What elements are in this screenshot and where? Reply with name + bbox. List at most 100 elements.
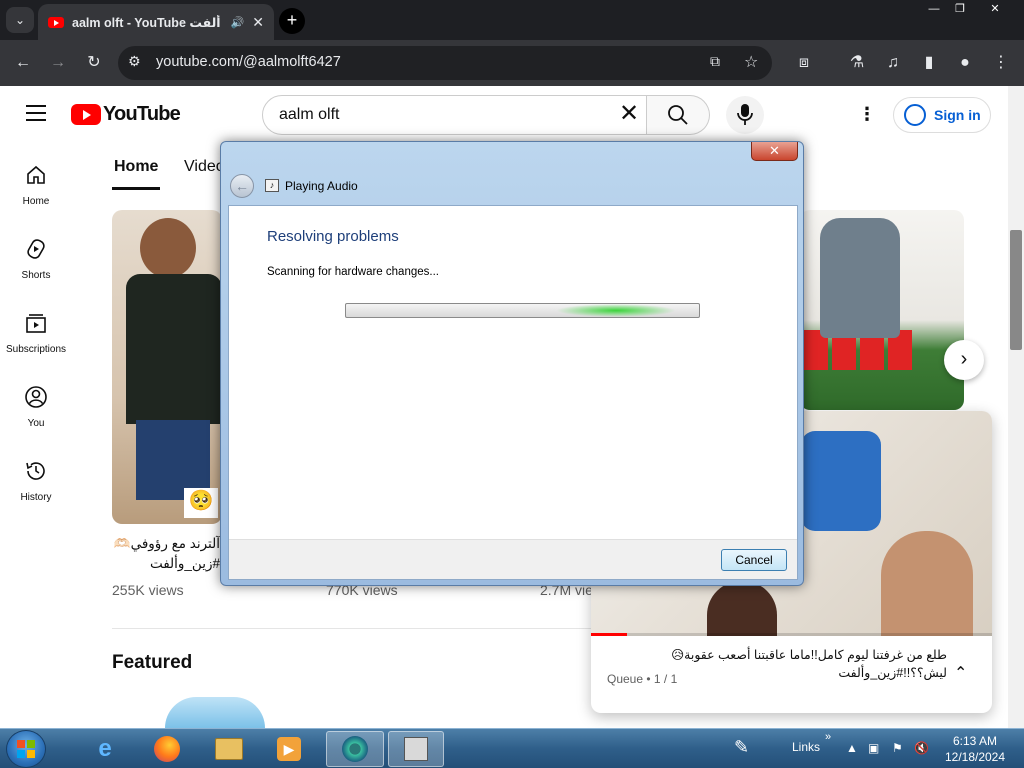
microphone-icon	[737, 104, 753, 125]
bookmark-star-icon[interactable]: ☆	[744, 52, 758, 72]
url-text[interactable]: youtube.com/@aalmolft6427	[156, 54, 341, 70]
active-tab-underline	[112, 187, 160, 190]
clear-search-icon[interactable]: ✕	[619, 102, 639, 126]
sidebar-item-subscriptions[interactable]: Subscriptions	[0, 311, 72, 355]
tab-home[interactable]: Home	[114, 158, 158, 176]
firefox-icon[interactable]	[140, 731, 194, 767]
miniplayer-progress-bar[interactable]	[591, 633, 992, 636]
sidebar-label-you: You	[27, 418, 45, 429]
thumbnail-shirt	[126, 274, 222, 424]
sign-in-button[interactable]: Sign in	[893, 97, 991, 133]
pen-input-icon[interactable]: ✎	[734, 737, 749, 758]
scrollbar-thumb[interactable]	[1010, 230, 1022, 350]
back-arrow-icon[interactable]: ←	[12, 53, 34, 73]
featured-heading: Featured	[112, 652, 193, 673]
tab-close-icon[interactable]: ✕	[252, 14, 264, 31]
progress-fill	[591, 633, 628, 636]
home-icon	[27, 165, 45, 184]
tab-search-button[interactable]: ⌄	[6, 7, 34, 33]
file-explorer-icon[interactable]	[202, 731, 256, 767]
sidebar-label-home: Home	[22, 196, 50, 207]
labs-flask-icon[interactable]: ⚗	[846, 53, 868, 73]
volume-muted-icon[interactable]: 🔇	[914, 741, 929, 755]
video-thumbnail[interactable]: 🥺	[112, 210, 222, 524]
system-clock[interactable]: 6:13 AM 12/18/2024	[940, 733, 1010, 765]
emoji-sticker-icon: 🥺	[184, 488, 218, 518]
video-thumbnail[interactable]	[800, 210, 964, 410]
you-icon	[25, 386, 47, 408]
video-title-line: آلترند مع رؤوفي🫶🏻	[113, 536, 220, 551]
new-tab-button[interactable]: +	[279, 8, 305, 34]
sign-in-label: Sign in	[934, 107, 981, 123]
dialog-status-text: Scanning for hardware changes...	[267, 266, 439, 278]
chrome-taskbar-button[interactable]	[326, 731, 384, 767]
sidebar-label-shorts: Shorts	[21, 270, 51, 281]
clock-time: 6:13 AM	[952, 734, 998, 748]
troubleshooter-taskbar-button[interactable]	[388, 731, 444, 767]
cancel-button[interactable]: Cancel	[721, 549, 787, 571]
featured-thumbnail[interactable]	[165, 697, 265, 728]
settings-kebab-icon[interactable]: ⋮	[858, 104, 876, 124]
browser-toolbar: ← → ↻ ⚙ youtube.com/@aalmolft6427 ⧉ ☆ ⧈ …	[0, 40, 1024, 86]
media-controls-icon[interactable]: ♫	[882, 53, 904, 73]
troubleshooter-icon: ♪	[265, 179, 279, 192]
voice-search-button[interactable]	[726, 96, 764, 134]
miniplayer-queue: Queue • 1 / 1	[607, 672, 678, 686]
thumbnail-figure	[820, 218, 900, 338]
dialog-footer: Cancel	[229, 539, 797, 579]
dialog-heading: Resolving problems	[267, 228, 399, 245]
dialog-close-button[interactable]: ✕	[751, 142, 798, 161]
dialog-title: Playing Audio	[285, 179, 358, 193]
marquee-progress-bar	[345, 303, 700, 318]
youtube-logo[interactable]: YouTube	[71, 103, 181, 126]
links-expand-icon[interactable]: »	[825, 731, 831, 743]
install-app-icon[interactable]: ⧉	[710, 53, 720, 70]
show-hidden-icons-icon[interactable]: ▲	[846, 741, 858, 755]
sidebar-item-shorts[interactable]: Shorts	[0, 237, 72, 281]
extensions-icon[interactable]: ⧈	[793, 53, 815, 73]
internet-explorer-icon[interactable]: e	[78, 731, 132, 767]
youtube-play-icon	[71, 104, 101, 125]
tab-title: aalm olft - YouTube عالم ألفت	[72, 15, 223, 30]
dialog-content: Resolving problems Scanning for hardware…	[228, 205, 798, 580]
youtube-logo-text: YouTube	[103, 103, 181, 125]
video-title-line: #زين_وألفت	[149, 556, 220, 571]
browser-tab-strip: ⌄ aalm olft - YouTube عالم ألفت 🔊 ✕ + — …	[0, 0, 1024, 40]
side-panel-icon[interactable]: ▮	[918, 53, 940, 73]
network-icon[interactable]: ▣	[868, 741, 879, 755]
account-icon	[904, 104, 926, 126]
sidebar-label-subscriptions: Subscriptions	[5, 344, 67, 355]
video-figure	[707, 581, 777, 636]
troubleshooter-dialog: ✕ ← ♪ Playing Audio Resolving problems S…	[220, 141, 804, 586]
reload-icon[interactable]: ↻	[83, 53, 105, 73]
site-info-icon[interactable]: ⚙	[128, 53, 141, 70]
address-bar[interactable]: ⚙ youtube.com/@aalmolft6427 ⧉ ☆	[118, 46, 772, 80]
hamburger-menu-icon[interactable]	[26, 105, 46, 121]
start-button[interactable]	[6, 730, 46, 768]
video-figure	[801, 431, 881, 531]
browser-tab[interactable]: aalm olft - YouTube عالم ألفت 🔊 ✕	[38, 4, 274, 40]
forward-arrow-icon[interactable]: →	[47, 53, 69, 73]
action-center-flag-icon[interactable]: ⚑	[892, 741, 903, 755]
back-arrow-icon[interactable]: ←	[230, 174, 254, 198]
window-close-button[interactable]: ✕	[972, 0, 1018, 18]
search-button[interactable]	[647, 95, 710, 135]
page-scrollbar[interactable]	[1008, 86, 1024, 728]
sidebar-label-history: History	[20, 492, 52, 503]
links-toolbar[interactable]: Links	[792, 740, 820, 754]
sidebar-item-history[interactable]: History	[0, 459, 72, 503]
video-views: 255K views	[112, 582, 184, 598]
clock-date: 12/18/2024	[944, 750, 1006, 764]
carousel-next-button[interactable]: ›	[944, 340, 984, 380]
video-title[interactable]: آلترند مع رؤوفي🫶🏻 #زين_وألفت	[112, 534, 220, 574]
profile-icon[interactable]: ●	[954, 53, 976, 73]
sidebar-item-you[interactable]: You	[0, 385, 72, 429]
sidebar-item-home[interactable]: Home	[0, 163, 72, 207]
audio-playing-icon[interactable]: 🔊	[231, 16, 245, 29]
shorts-icon	[27, 239, 45, 259]
media-player-icon[interactable]: ▶	[262, 731, 316, 767]
chevron-up-icon[interactable]: ⌃	[954, 663, 967, 683]
section-divider	[112, 628, 592, 629]
search-input[interactable]: aalm olft	[262, 95, 647, 135]
chrome-menu-icon[interactable]: ⋮	[990, 53, 1012, 73]
